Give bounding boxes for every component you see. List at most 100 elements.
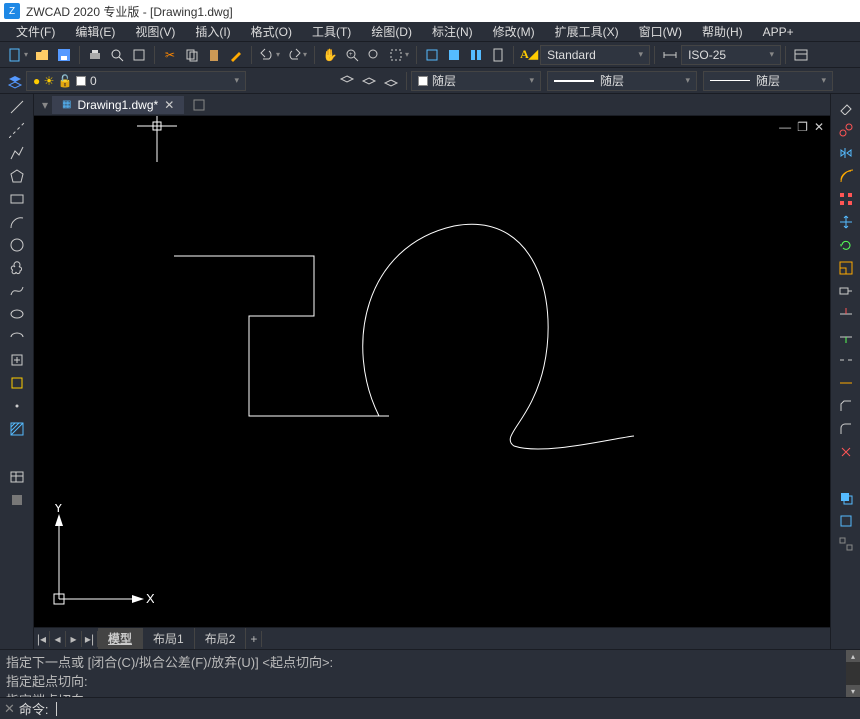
pan-icon[interactable]: ✋ [322,47,338,63]
scroll-down-icon[interactable]: ▾ [846,685,860,697]
add-layout-icon[interactable]: + [246,631,262,647]
menu-format[interactable]: 格式(O) [241,21,302,42]
hatch-icon[interactable] [8,420,26,438]
history-scrollbar[interactable]: ▴ ▾ [846,650,860,697]
spline-icon[interactable] [8,282,26,300]
zoom-realtime-icon[interactable]: + [344,47,360,63]
line-icon[interactable] [8,98,26,116]
mirror-icon[interactable] [837,144,855,162]
fillet-icon[interactable] [837,420,855,438]
next-tab-icon[interactable]: ▸ [66,631,82,647]
lineweight-combo[interactable]: 随层▾ [703,71,833,91]
redo-icon[interactable] [286,47,302,63]
first-tab-icon[interactable]: |◂ [34,631,50,647]
open-icon[interactable] [34,47,50,63]
menu-draw[interactable]: 绘图(D) [361,21,422,42]
layerprev-icon[interactable] [361,73,377,89]
copy-icon[interactable] [184,47,200,63]
rotate-icon[interactable] [837,236,855,254]
menu-view[interactable]: 视图(V) [125,21,185,42]
dropdown-arrow-icon[interactable]: ▾ [405,50,409,59]
point-icon[interactable] [8,397,26,415]
menu-express[interactable]: 扩展工具(X) [545,21,629,42]
tablstyle-icon[interactable] [793,47,809,63]
drawing-canvas[interactable]: ― ❐ ✕ Y X [34,116,830,627]
dimstyle-btn-icon[interactable] [662,47,678,63]
array-icon[interactable] [837,190,855,208]
publish-icon[interactable] [131,47,147,63]
new-icon[interactable] [7,47,23,63]
draworder-icon[interactable] [837,489,855,507]
region-icon[interactable] [8,491,26,509]
copy-obj-icon[interactable] [837,121,855,139]
new-tab-icon[interactable] [190,96,208,114]
offset-icon[interactable] [837,167,855,185]
cut-icon[interactable]: ✂ [162,47,178,63]
textstyle-combo[interactable]: Standard▾ [540,45,650,65]
undo-icon[interactable] [259,47,275,63]
dropdown-arrow-icon[interactable]: ▾ [276,50,280,59]
menu-insert[interactable]: 插入(I) [185,21,240,42]
menu-file[interactable]: 文件(F) [6,21,65,42]
explode-icon[interactable] [837,443,855,461]
tab-model[interactable]: 模型 [98,628,143,649]
save-icon[interactable] [56,47,72,63]
paste-icon[interactable] [206,47,222,63]
layer-combo[interactable]: ● ☀ 🔓 0▾ [26,71,246,91]
join-icon[interactable] [837,374,855,392]
insertblock-icon[interactable] [8,351,26,369]
makeblock-icon[interactable] [8,374,26,392]
move-icon[interactable] [837,213,855,231]
command-input[interactable] [57,701,856,716]
polygon-icon[interactable] [8,167,26,185]
tab-layout2[interactable]: 布局2 [195,628,247,649]
properties-icon[interactable] [424,47,440,63]
scroll-up-icon[interactable]: ▴ [846,650,860,662]
ellipse-icon[interactable] [8,305,26,323]
rectangle-icon[interactable] [8,190,26,208]
prev-tab-icon[interactable]: ◂ [50,631,66,647]
document-tab[interactable]: ▦ Drawing1.dwg* ✕ [52,96,184,114]
polyline-icon[interactable] [8,144,26,162]
chamfer-icon[interactable] [837,397,855,415]
group-icon[interactable] [837,535,855,553]
preview-icon[interactable] [109,47,125,63]
xline-icon[interactable] [8,121,26,139]
linetype-combo[interactable]: 随层▾ [547,71,697,91]
extend-icon[interactable] [837,328,855,346]
zoom-window-icon[interactable] [388,47,404,63]
erase-icon[interactable] [837,98,855,116]
calculator-icon[interactable] [490,47,506,63]
dimstyle-combo[interactable]: ISO-25▾ [681,45,781,65]
designcenter-icon[interactable] [446,47,462,63]
layeriso-icon[interactable] [339,73,355,89]
stretch-icon[interactable] [837,282,855,300]
break-icon[interactable] [837,351,855,369]
scale-icon[interactable] [837,259,855,277]
menu-dim[interactable]: 标注(N) [422,21,483,42]
layer-manager-icon[interactable] [7,73,23,89]
menu-window[interactable]: 窗口(W) [629,21,692,42]
menu-edit[interactable]: 编辑(E) [65,21,125,42]
arc-icon[interactable] [8,213,26,231]
dropdown-arrow-icon[interactable]: ▾ [24,50,28,59]
layerstate-icon[interactable] [383,73,399,89]
tab-layout1[interactable]: 布局1 [143,628,195,649]
zoom-prev-icon[interactable] [366,47,382,63]
menu-tools[interactable]: 工具(T) [302,21,361,42]
selectsimilar-icon[interactable] [837,512,855,530]
tablist-arrow-icon[interactable]: ▾ [38,98,52,112]
print-icon[interactable] [87,47,103,63]
textstyle-btn-icon[interactable]: A◢ [521,47,537,63]
color-combo[interactable]: 随层▾ [411,71,541,91]
table-icon[interactable] [8,468,26,486]
circle-icon[interactable] [8,236,26,254]
menu-app[interactable]: APP+ [753,23,804,41]
menu-help[interactable]: 帮助(H) [692,21,753,42]
menu-modify[interactable]: 修改(M) [483,21,545,42]
toolpalette-icon[interactable] [468,47,484,63]
revcloud-icon[interactable] [8,259,26,277]
trim-icon[interactable] [837,305,855,323]
dropdown-arrow-icon[interactable]: ▾ [303,50,307,59]
ellipsearc-icon[interactable] [8,328,26,346]
